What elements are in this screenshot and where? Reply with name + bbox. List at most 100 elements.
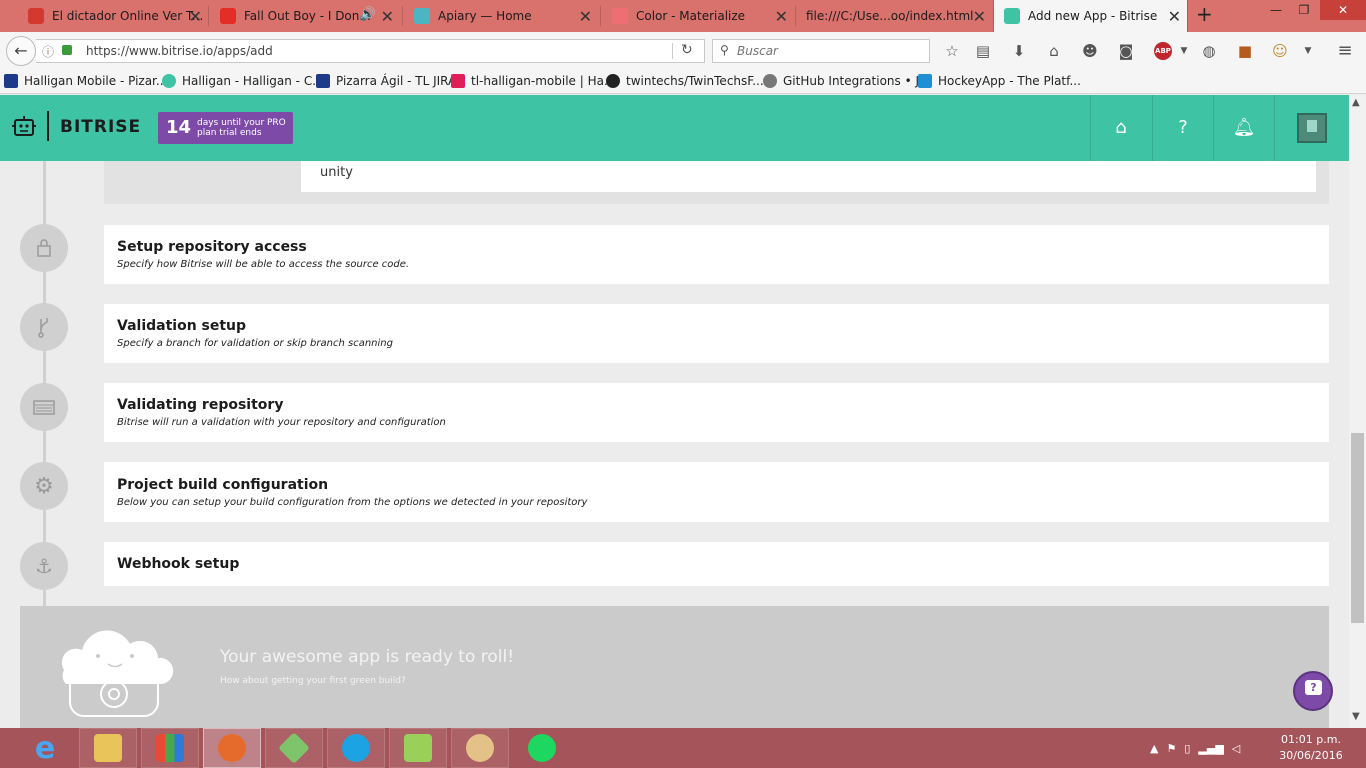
firebug-icon[interactable]: ■ (1234, 40, 1256, 62)
bookmark-item[interactable]: Halligan Mobile - Pizar... (4, 74, 167, 88)
internet-explorer-icon: e (34, 730, 56, 766)
windows-taskbar: e ▲ ⚑ ▯ ▂▄▆ ◁ 01:01 p.m. 30/06/2016 (0, 728, 1366, 768)
tray-expand-icon[interactable]: ▲ (1150, 742, 1158, 755)
close-icon[interactable]: ✕ (1168, 7, 1181, 26)
restore-window-button[interactable]: ❐ (1290, 0, 1318, 20)
taskbar-skype[interactable] (327, 728, 385, 768)
taskbar-app[interactable] (265, 728, 323, 768)
clock-time: 01:01 p.m. (1281, 733, 1341, 746)
step-project-build-configuration[interactable]: Project build configuration Below you ca… (104, 462, 1329, 522)
close-icon[interactable]: ✕ (775, 7, 788, 26)
bookmark-item[interactable]: Halligan - Halligan - C... (162, 74, 324, 88)
start-button[interactable]: e (16, 728, 74, 768)
speaker-icon[interactable]: 🔊 (360, 7, 376, 22)
tab-fall-out-boy[interactable]: Fall Out Boy - I Don... 🔊 ✕ (210, 0, 400, 32)
lock-icon (37, 239, 51, 257)
support-chat-button[interactable] (1293, 671, 1333, 711)
close-icon[interactable]: ✕ (579, 7, 592, 26)
address-bar[interactable]: ⓘ https://www.bitrise.io/apps/add ↻ (36, 39, 705, 63)
search-input[interactable] (737, 41, 927, 61)
previous-step-field[interactable] (301, 161, 1316, 192)
taskbar-file-explorer[interactable] (79, 728, 137, 768)
back-button[interactable]: ← (6, 36, 36, 66)
dropdown-arrow-icon[interactable]: ▼ (1297, 40, 1319, 62)
taskbar-store[interactable] (141, 728, 199, 768)
server-icon (33, 400, 55, 415)
step-description: Bitrise will run a validation with your … (117, 417, 446, 428)
close-window-button[interactable]: ✕ (1320, 0, 1366, 20)
minimize-window-button[interactable]: — (1262, 0, 1290, 20)
bookmark-item[interactable]: Pizarra Ágil - TL JIRA (316, 74, 456, 88)
reload-icon[interactable]: ↻ (681, 42, 693, 58)
bookmark-item[interactable]: tl-halligan-mobile | Ha... (451, 74, 615, 88)
tab-bitrise-active[interactable]: Add new App - Bitrise ✕ (993, 0, 1188, 32)
scrollbar-thumb[interactable] (1351, 433, 1364, 623)
paint-palette-icon (466, 734, 494, 762)
home-icon[interactable]: ⌂ (1043, 40, 1065, 62)
url-text[interactable]: https://www.bitrise.io/apps/add (86, 44, 273, 58)
spotify-icon (528, 734, 556, 762)
clock-date: 30/06/2016 (1279, 749, 1343, 762)
volume-icon[interactable]: ◁ (1232, 742, 1240, 755)
battery-icon[interactable]: ▯ (1184, 742, 1190, 755)
apps-grid-icon (156, 734, 184, 762)
bookmark-item[interactable]: twintechs/TwinTechsF... (606, 74, 764, 88)
slack-icon (451, 74, 465, 88)
trial-badge[interactable]: 14 days until your PRO plan trial ends (158, 112, 293, 144)
help-button[interactable]: ? (1152, 95, 1213, 161)
new-tab-button[interactable]: + (1196, 2, 1213, 26)
tab-title: Color - Materialize (636, 9, 746, 23)
step-title: Validation setup (117, 318, 247, 334)
home-button[interactable]: ⌂ (1090, 95, 1151, 161)
close-icon[interactable]: ✕ (973, 7, 986, 26)
bitrise-robot-icon[interactable] (12, 115, 36, 137)
close-icon[interactable]: ✕ (189, 7, 202, 26)
bookmark-star-icon[interactable]: ☆ (941, 40, 963, 62)
tab-local-file[interactable]: file:///C:/Use...oo/index.html ✕ (796, 0, 992, 32)
taskbar-notepad[interactable] (389, 728, 447, 768)
pocket-icon[interactable]: ◙ (1115, 40, 1137, 62)
tab-el-dictador[interactable]: El dictador Online Ver T... ✕ (18, 0, 208, 32)
bookmark-label: twintechs/TwinTechsF... (626, 74, 764, 88)
url-divider (672, 43, 673, 59)
search-box[interactable]: ⚲ (712, 39, 930, 63)
scroll-up-icon[interactable]: ▲ (1352, 97, 1360, 108)
signal-icon[interactable]: ▂▄▆ (1198, 742, 1223, 755)
browser-tab-strip: El dictador Online Ver T... ✕ Fall Out B… (0, 0, 1366, 32)
reading-list-icon[interactable]: ▤ (972, 40, 994, 62)
dropdown-arrow-icon[interactable]: ▼ (1173, 40, 1195, 62)
bookmark-item[interactable]: GitHub Integrations • J... (763, 74, 930, 88)
logo-divider (47, 111, 49, 141)
adblock-icon[interactable]: ABP (1154, 42, 1172, 60)
avatar[interactable] (1297, 113, 1327, 143)
bitrise-favicon-icon (1004, 8, 1020, 24)
download-icon[interactable]: ⬇ (1008, 40, 1030, 62)
anchor-icon: ⚓ (35, 554, 53, 578)
logo-text[interactable]: BITRISE (60, 117, 141, 137)
step-validation-setup[interactable]: Validation setup Specify a branch for va… (104, 304, 1329, 363)
previous-step-value: unity (320, 165, 353, 180)
page-scrollbar[interactable]: ▲ ▼ (1349, 95, 1366, 728)
step-validating-repository[interactable]: Validating repository Bitrise will run a… (104, 383, 1329, 442)
extension-icon[interactable]: ◍ (1198, 40, 1220, 62)
notifications-button[interactable]: 🔔︎ (1213, 95, 1274, 161)
tab-apiary[interactable]: Apiary — Home ✕ (404, 0, 598, 32)
taskbar-clock[interactable]: 01:01 p.m. 30/06/2016 (1278, 732, 1344, 764)
tab-materialize[interactable]: Color - Materialize ✕ (602, 0, 794, 32)
lock-icon (62, 45, 72, 55)
greasemonkey-icon[interactable]: ☺ (1269, 40, 1291, 62)
bookmark-item[interactable]: HockeyApp - The Platf... (918, 74, 1081, 88)
hello-icon[interactable]: ☻ (1079, 40, 1101, 62)
step-webhook-setup[interactable]: Webhook setup (104, 542, 1329, 586)
tl-icon (162, 74, 176, 88)
scroll-down-icon[interactable]: ▼ (1352, 711, 1360, 722)
close-icon[interactable]: ✕ (381, 7, 394, 26)
taskbar-firefox[interactable] (203, 728, 261, 768)
step-setup-repository-access[interactable]: Setup repository access Specify how Bitr… (104, 225, 1329, 284)
taskbar-paint[interactable] (451, 728, 509, 768)
info-icon[interactable]: ⓘ (42, 43, 54, 60)
menu-icon[interactable]: ≡ (1334, 40, 1356, 62)
taskbar-spotify[interactable] (513, 728, 571, 768)
flag-icon[interactable]: ⚑ (1166, 742, 1176, 755)
step-indicator: ⚙ (20, 462, 68, 510)
